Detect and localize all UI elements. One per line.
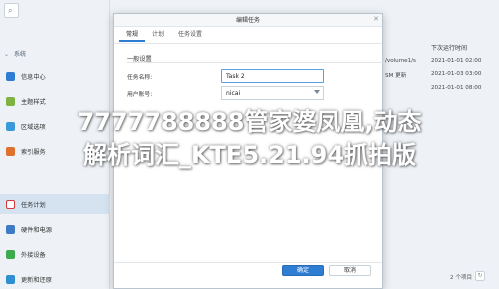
sidebar-item-update-restore[interactable]: 更新和还原 <box>0 269 110 289</box>
chevron-down-icon <box>314 90 320 94</box>
next-run-header: 下次运行时间 <box>431 45 468 52</box>
task-action-cell: SM 更新 <box>385 73 407 79</box>
table-row[interactable]: SM 更新 2021-01-03 03:00 <box>385 69 499 82</box>
sidebar-section-label: 系统 <box>13 51 26 58</box>
hardware-icon <box>6 224 15 234</box>
next-run-cell: 2021-01-01 02:00 <box>431 58 482 64</box>
tab-divider <box>114 43 382 44</box>
sidebar-item-label: 硬件和电源 <box>21 226 52 234</box>
task-action-cell: /volume1/s <box>385 58 416 64</box>
sidebar-item-label: 外接设备 <box>21 251 46 259</box>
info-icon <box>6 71 15 81</box>
next-run-cell: 2021-01-03 03:00 <box>431 71 482 77</box>
sidebar-item-label: 更新和还原 <box>21 276 52 284</box>
user-select-value: nicai <box>226 90 241 97</box>
update-icon <box>6 274 15 284</box>
cancel-button[interactable]: 取消 <box>329 265 371 276</box>
sidebar-item-label: 主题样式 <box>21 98 46 106</box>
user-select[interactable]: nicai <box>221 86 324 100</box>
sidebar-item-hardware[interactable]: 硬件和电源 <box>0 219 110 239</box>
sidebar-item-task-scheduler[interactable]: 任务计划 <box>0 194 110 214</box>
dialog-footer-divider <box>114 262 382 263</box>
tab-general[interactable]: 常规 <box>119 28 146 42</box>
calendar-check-icon <box>6 199 15 209</box>
usb-icon <box>6 249 15 259</box>
theme-icon <box>6 96 15 106</box>
sidebar-item-label: 信息中心 <box>21 73 46 81</box>
ok-button[interactable]: 确定 <box>282 265 324 276</box>
close-icon[interactable]: ✕ <box>373 15 379 23</box>
search-button[interactable]: ⌕ <box>4 3 19 18</box>
task-name-label: 任务名称: <box>127 75 153 81</box>
chevron-down-icon: ⌄ <box>4 51 10 58</box>
sidebar-item-info-center[interactable]: 信息中心 <box>0 66 110 86</box>
dialog-title: 编辑任务 <box>114 14 382 27</box>
dialog-tabs: 常规 计划 任务设置 <box>119 28 209 42</box>
watermark-line-1: 7777788888管家婆凤凰,动态 <box>77 108 422 136</box>
watermark-line-2: 解析词汇_KTE5.21.94抓拍版 <box>82 141 417 169</box>
table-row[interactable]: /volume1/s 2021-01-01 02:00 <box>385 56 499 69</box>
refresh-button[interactable]: ↻ <box>475 271 485 281</box>
next-run-cell: 2021-01-01 08:00 <box>431 85 482 91</box>
section-divider <box>127 62 383 63</box>
sidebar-item-external-devices[interactable]: 外接设备 <box>0 244 110 264</box>
tab-schedule[interactable]: 计划 <box>145 28 171 42</box>
task-name-input[interactable] <box>221 69 324 83</box>
sidebar-item-label: 任务计划 <box>21 201 46 209</box>
watermark-overlay: 7777788888管家婆凤凰,动态 解析词汇_KTE5.21.94抓拍版 <box>0 106 499 172</box>
search-icon: ⌕ <box>8 6 13 15</box>
list-column-header[interactable]: 下次运行时间 <box>385 42 499 53</box>
user-label: 用户账号: <box>127 92 153 98</box>
table-row[interactable]: 2021-01-01 08:00 <box>385 83 499 96</box>
tab-task-settings[interactable]: 任务设置 <box>171 28 209 42</box>
sidebar-section-system[interactable]: ⌄ 系统 <box>4 49 26 58</box>
item-count: 2 个项目 <box>450 275 473 281</box>
